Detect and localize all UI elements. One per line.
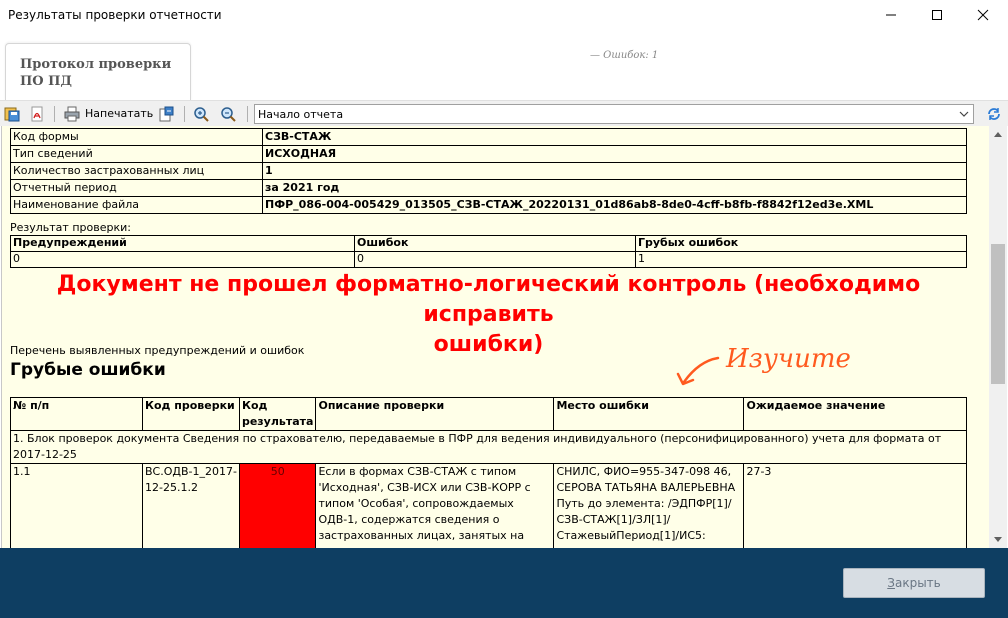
annotation-arrow-icon bbox=[676, 356, 720, 386]
errors-header-description: Описание проверки bbox=[315, 397, 555, 431]
zoom-out-icon[interactable] bbox=[219, 105, 237, 123]
info-row: Количество застрахованных лиц 1 bbox=[10, 162, 967, 180]
info-value: ИСХОДНАЯ bbox=[262, 145, 967, 163]
maximize-icon bbox=[932, 10, 942, 20]
report-navigation-select[interactable]: Начало отчета bbox=[254, 104, 974, 124]
toolbar-separator bbox=[247, 106, 248, 122]
errors-header-num: № п/п bbox=[10, 397, 143, 431]
error-num: 1.1 bbox=[10, 463, 143, 548]
errors-header-expected: Ожидаемое значение bbox=[743, 397, 967, 431]
info-value: СЗВ-СТАЖ bbox=[262, 128, 967, 146]
vertical-scrollbar[interactable] bbox=[989, 126, 1007, 548]
info-key: Наименование файла bbox=[10, 196, 263, 214]
scroll-down-icon[interactable] bbox=[989, 531, 1007, 548]
tab-label-line1: Протокол проверки bbox=[20, 57, 172, 72]
info-key: Количество застрахованных лиц bbox=[10, 162, 263, 180]
info-row: Отчетный период за 2021 год bbox=[10, 179, 967, 197]
close-icon bbox=[977, 9, 989, 21]
errors-header-result-code: Код результата bbox=[238, 397, 317, 431]
errors-header-row: № п/п Код проверки Код результата Описан… bbox=[10, 397, 967, 431]
window-title: Результаты проверки отчетности bbox=[8, 8, 222, 22]
handwritten-annotation: Изучите bbox=[726, 344, 851, 374]
result-table: Предупреждений Ошибок Грубых ошибок 0 0 … bbox=[10, 235, 967, 268]
result-value-warnings: 0 bbox=[10, 251, 355, 268]
refresh-icon[interactable] bbox=[985, 105, 1003, 123]
print-button[interactable]: Напечатать bbox=[85, 107, 153, 120]
result-header-gross-errors: Грубых ошибок bbox=[635, 235, 967, 252]
minimize-button[interactable] bbox=[868, 0, 914, 30]
report-viewer[interactable]: Код формы СЗВ-СТАЖ Тип сведений ИСХОДНАЯ Кол… bbox=[1, 126, 989, 548]
report-navigation-value: Начало отчета bbox=[258, 108, 344, 121]
document-info-table: Код формы СЗВ-СТАЖ Тип сведений ИСХОДНАЯ Кол… bbox=[10, 128, 967, 214]
info-row: Тип сведений ИСХОДНАЯ bbox=[10, 145, 967, 163]
result-caption: Результат проверки: bbox=[10, 221, 131, 234]
close-button-label: акрыть bbox=[894, 576, 941, 590]
tab-area: Протокол проверки ПО ПД — Ошибок: 1 bbox=[0, 30, 1008, 101]
tab-label-line2: ПО ПД bbox=[20, 74, 72, 89]
zoom-in-icon[interactable] bbox=[192, 105, 210, 123]
errors-block-title: 1. Блок проверок документа Сведения по с… bbox=[10, 430, 967, 464]
report-toolbar: Напечатать Начало отчета bbox=[0, 100, 1008, 126]
errors-header-check-code: Код проверки bbox=[142, 397, 240, 431]
section-title: Грубые ошибки bbox=[10, 360, 166, 380]
close-button[interactable]: Закрыть bbox=[843, 568, 985, 598]
tab-label: Протокол проверки ПО ПД bbox=[20, 56, 171, 90]
info-key: Код формы bbox=[10, 128, 263, 146]
table-row: 1.1 ВС.ОДВ-1_2017-12-25.1.2 50 Если в фо… bbox=[10, 463, 967, 548]
errors-header-location: Место ошибки bbox=[553, 397, 745, 431]
result-header-warnings: Предупреждений bbox=[10, 235, 355, 252]
result-header-row: Предупреждений Ошибок Грубых ошибок bbox=[10, 235, 967, 252]
info-key: Тип сведений bbox=[10, 145, 263, 163]
error-expected: 27-3 bbox=[743, 463, 967, 548]
print-icon[interactable] bbox=[63, 105, 81, 123]
error-count-note: — Ошибок: 1 bbox=[590, 50, 659, 61]
result-values-row: 0 0 1 bbox=[10, 251, 967, 268]
close-button-mnemonic: З bbox=[887, 576, 895, 590]
info-value: за 2021 год bbox=[262, 179, 967, 197]
errors-block-row: 1. Блок проверок документа Сведения по с… bbox=[10, 430, 967, 464]
pdf-icon[interactable] bbox=[28, 105, 46, 123]
toolbar-separator bbox=[184, 106, 185, 122]
info-row: Наименование файла ПФР_086-004-005429_013… bbox=[10, 196, 967, 214]
result-value-gross-errors: 1 bbox=[635, 251, 967, 268]
toolbar-separator bbox=[54, 106, 55, 122]
minimize-icon bbox=[886, 14, 896, 16]
footer-bar: Закрыть bbox=[0, 548, 1008, 618]
failure-message-line1: Документ не прошел форматно-логический к… bbox=[56, 272, 921, 327]
list-caption: Перечень выявленных предупреждений и оши… bbox=[10, 344, 305, 357]
scrollbar-thumb[interactable] bbox=[991, 244, 1005, 384]
result-value-errors: 0 bbox=[354, 251, 636, 268]
error-check-code: ВС.ОДВ-1_2017-12-25.1.2 bbox=[142, 463, 240, 548]
info-value: ПФР_086-004-005429_013505_СЗВ-СТАЖ_20220… bbox=[262, 196, 967, 214]
error-description: Если в формах СЗВ-СТАЖ с типом 'Исходная… bbox=[315, 463, 555, 548]
close-window-button[interactable] bbox=[960, 0, 1006, 30]
title-bar: Результаты проверки отчетности bbox=[0, 0, 1008, 30]
error-location: СНИЛС, ФИО=955-347-098 46, СЕРОВА ТАТЬЯН… bbox=[553, 463, 745, 548]
scroll-up-icon[interactable] bbox=[989, 126, 1007, 143]
chevron-down-icon[interactable] bbox=[957, 107, 971, 121]
gross-errors-table: № п/п Код проверки Код результата Описан… bbox=[10, 397, 967, 548]
error-result-code: 50 bbox=[238, 463, 317, 548]
result-header-errors: Ошибок bbox=[354, 235, 636, 252]
save-icon[interactable] bbox=[3, 105, 21, 123]
export-icon[interactable] bbox=[157, 105, 175, 123]
info-value: 1 bbox=[262, 162, 967, 180]
info-key: Отчетный период bbox=[10, 179, 263, 197]
tab-protocol[interactable]: Протокол проверки ПО ПД bbox=[5, 43, 191, 101]
info-row: Код формы СЗВ-СТАЖ bbox=[10, 128, 967, 146]
maximize-button[interactable] bbox=[914, 0, 960, 30]
